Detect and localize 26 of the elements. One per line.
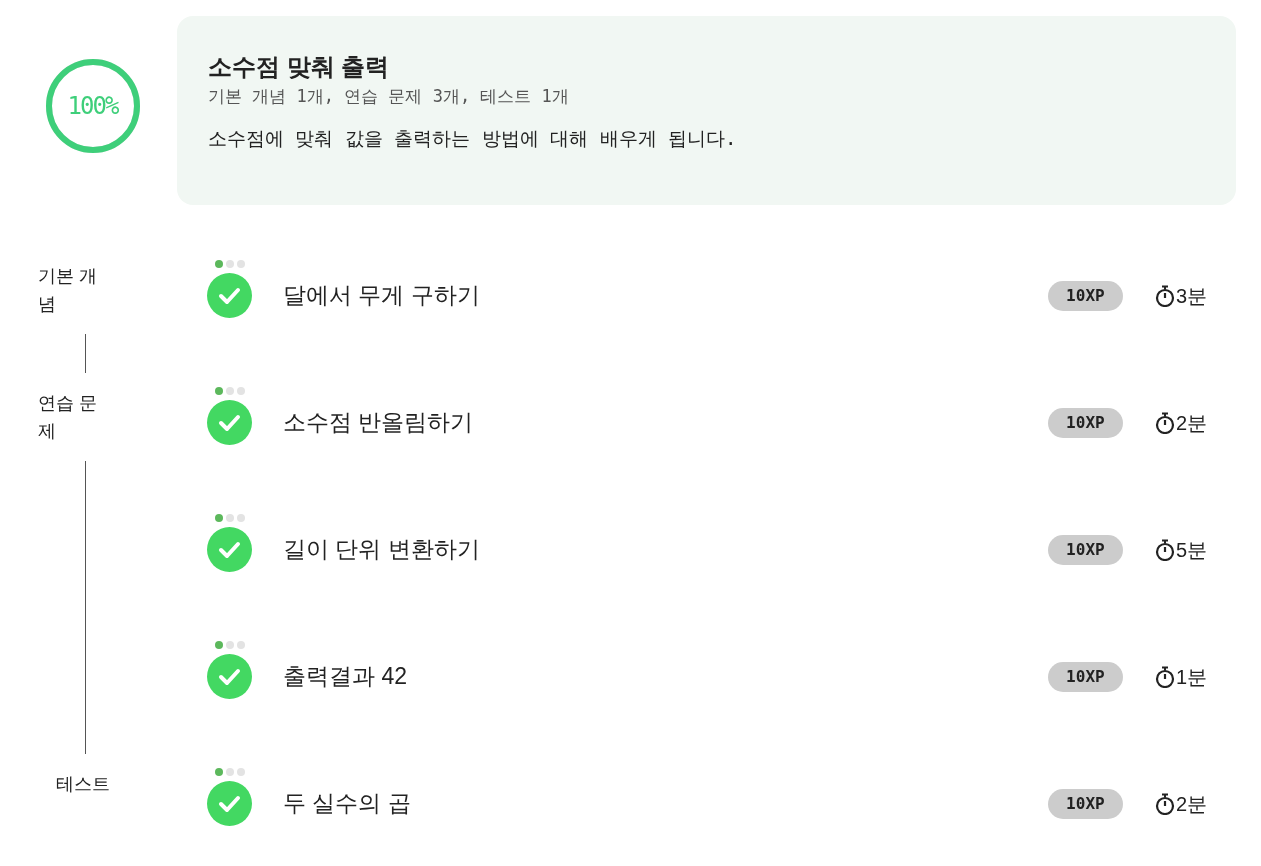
stopwatch-icon (1154, 665, 1175, 688)
xp-badge: 10XP (1047, 280, 1123, 311)
section-label: 기본 개념 (38, 265, 98, 316)
duration-text: 1분 (1175, 664, 1207, 690)
lesson-title[interactable]: 소수점 반올림하기 (283, 405, 1048, 440)
lesson-title[interactable]: 달에서 무게 구하기 (283, 278, 1048, 313)
duration-text: 5분 (1175, 537, 1207, 563)
stopwatch-icon (1154, 538, 1175, 561)
xp-badge: 10XP (1047, 534, 1123, 565)
xp-badge: 10XP (1047, 788, 1123, 819)
section-label: 연습 문제 (38, 392, 98, 443)
stopwatch-icon (1154, 792, 1175, 815)
progress-percent: 100% (67, 92, 118, 120)
duration-text: 2분 (1175, 410, 1207, 436)
stopwatch-icon (1154, 284, 1175, 307)
duration-text: 3분 (1175, 283, 1207, 309)
stopwatch-icon (1154, 411, 1175, 434)
course-title: 소수점 맞춰 출력 (208, 52, 391, 82)
xp-badge: 10XP (1047, 661, 1123, 692)
xp-badge: 10XP (1047, 407, 1123, 438)
lesson-title[interactable]: 출력결과 42 (283, 659, 1048, 694)
course-description: 소수점에 맞춰 값을 출력하는 방법에 대해 배우게 됩니다. (208, 126, 738, 151)
duration-text: 2분 (1175, 791, 1207, 817)
lesson-title[interactable]: 길이 단위 변환하기 (283, 532, 1048, 567)
lesson-title[interactable]: 두 실수의 곱 (283, 786, 1048, 821)
course-summary: 기본 개념 1개, 연습 문제 3개, 테스트 1개 (208, 85, 570, 108)
